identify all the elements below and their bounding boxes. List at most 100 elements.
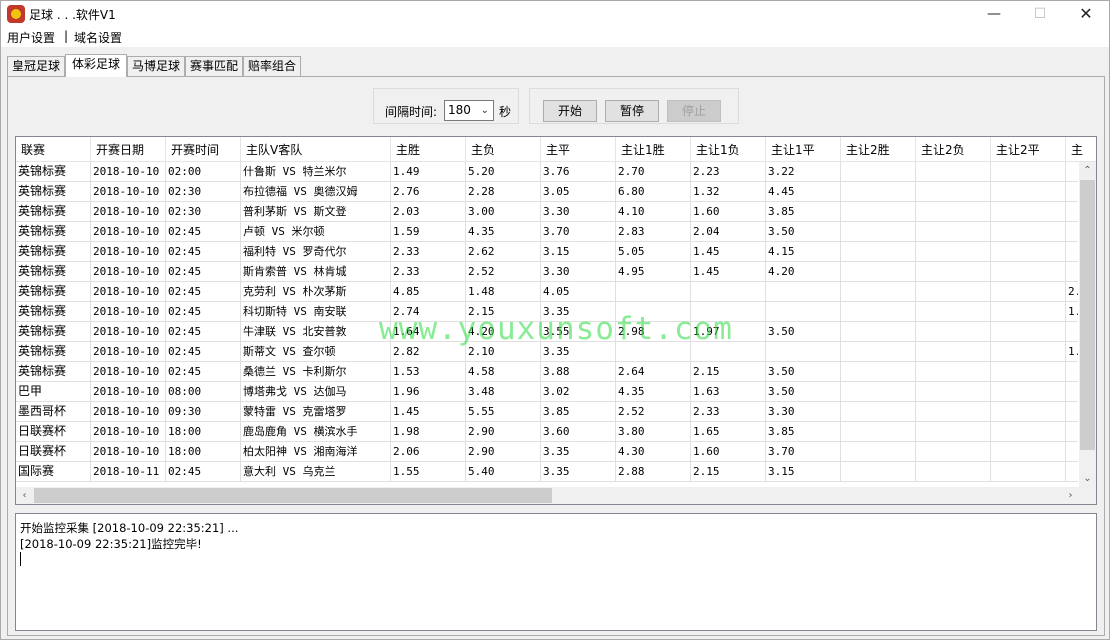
table-cell: 3.50 bbox=[766, 322, 841, 342]
table-cell: 2.33 bbox=[391, 242, 466, 262]
table-cell: 4.35 bbox=[616, 382, 691, 402]
start-button[interactable]: 开始 bbox=[543, 100, 597, 122]
table-cell: 英锦标赛 bbox=[16, 342, 91, 362]
table-cell: 2.98 bbox=[616, 322, 691, 342]
column-header-home-win[interactable]: 主胜 bbox=[391, 137, 466, 162]
column-header-h1-loss[interactable]: 主让1负 bbox=[691, 137, 766, 162]
table-cell: 2018-10-10 bbox=[91, 222, 166, 242]
column-header-extra[interactable]: 主 bbox=[1066, 137, 1096, 162]
table-cell bbox=[916, 422, 991, 442]
table-row[interactable]: 英锦标赛 2018-10-10 02:00 什鲁斯 VS 特兰米尔 1.49 5.20 3.… bbox=[16, 162, 1078, 182]
table-cell: 2.23 bbox=[691, 162, 766, 182]
pause-button[interactable]: 暂停 bbox=[605, 100, 659, 122]
table-cell: 蒙特雷 VS 克雷塔罗 bbox=[241, 402, 391, 422]
table-row[interactable]: 英锦标赛 2018-10-10 02:45 克劳利 VS 朴次茅斯 4.85 1.48 4.… bbox=[16, 282, 1078, 302]
table-cell: 福利特 VS 罗奇代尔 bbox=[241, 242, 391, 262]
table-cell: 2.04 bbox=[691, 222, 766, 242]
table-row[interactable]: 日联赛杯 2018-10-10 18:00 柏太阳神 VS 湘南海洋 2.06 2.90 3… bbox=[16, 442, 1078, 462]
table-row[interactable]: 英锦标赛 2018-10-10 02:45 卢顿 VS 米尔顿 1.59 4.35 3.70… bbox=[16, 222, 1078, 242]
table-cell bbox=[991, 442, 1066, 462]
table-cell: 1.53 bbox=[391, 362, 466, 382]
table-cell: 5.40 bbox=[466, 462, 541, 482]
interval-label: 间隔时间: bbox=[385, 105, 438, 119]
table-cell: 5.05 bbox=[616, 242, 691, 262]
table-row[interactable]: 英锦标赛 2018-10-10 02:45 斯肯索普 VS 林肯城 2.33 2.52 3.… bbox=[16, 262, 1078, 282]
column-header-h1-draw[interactable]: 主让1平 bbox=[766, 137, 841, 162]
vertical-scrollbar[interactable]: ⌃ ⌄ bbox=[1079, 162, 1096, 487]
table-cell: 2.15 bbox=[691, 462, 766, 482]
interval-select[interactable]: 180 ⌄ bbox=[444, 100, 494, 121]
table-row[interactable]: 英锦标赛 2018-10-10 02:30 普利茅斯 VS 斯文登 2.03 3.00 3.… bbox=[16, 202, 1078, 222]
scroll-right-icon[interactable]: › bbox=[1062, 487, 1079, 504]
table-row[interactable]: 英锦标赛 2018-10-10 02:45 斯蒂文 VS 查尔顿 2.82 2.10 3.3… bbox=[16, 342, 1078, 362]
table-cell bbox=[841, 162, 916, 182]
column-header-h2-win[interactable]: 主让2胜 bbox=[841, 137, 916, 162]
tab-mabo[interactable]: 马博足球 bbox=[127, 56, 185, 76]
column-header-draw[interactable]: 主平 bbox=[541, 137, 616, 162]
table-row[interactable]: 英锦标赛 2018-10-10 02:30 布拉德福 VS 奥德汉姆 2.76 2.28 3… bbox=[16, 182, 1078, 202]
column-header-teams[interactable]: 主队V客队 bbox=[241, 137, 391, 162]
menu-user-settings[interactable]: 用户设置 bbox=[7, 29, 55, 46]
table-cell: 02:45 bbox=[166, 262, 241, 282]
table-row[interactable]: 墨西哥杯 2018-10-10 09:30 蒙特雷 VS 克雷塔罗 1.45 5.55 3.… bbox=[16, 402, 1078, 422]
tab-odds-combo[interactable]: 赔率组合 bbox=[243, 56, 301, 76]
log-panel[interactable]: 开始监控采集 [2018-10-09 22:35:21] ... [2018-1… bbox=[15, 513, 1097, 631]
table-row[interactable]: 英锦标赛 2018-10-10 02:45 桑德兰 VS 卡利斯尔 1.53 4.58 3.… bbox=[16, 362, 1078, 382]
table-cell: 博塔弗戈 VS 达伽马 bbox=[241, 382, 391, 402]
scroll-left-icon[interactable]: ‹ bbox=[16, 487, 33, 504]
horizontal-scrollbar[interactable]: ‹ › bbox=[16, 487, 1079, 504]
tab-huangguan[interactable]: 皇冠足球 bbox=[7, 56, 65, 76]
column-header-h1-win[interactable]: 主让1胜 bbox=[616, 137, 691, 162]
table-cell bbox=[1066, 202, 1078, 222]
table-cell: 02:30 bbox=[166, 202, 241, 222]
table-cell bbox=[991, 362, 1066, 382]
table-cell bbox=[916, 162, 991, 182]
table-row[interactable]: 英锦标赛 2018-10-10 02:45 福利特 VS 罗奇代尔 2.33 2.62 3.… bbox=[16, 242, 1078, 262]
table-cell: 英锦标赛 bbox=[16, 322, 91, 342]
table-cell bbox=[991, 342, 1066, 362]
table-cell bbox=[1066, 182, 1078, 202]
table-cell: 1. bbox=[1066, 342, 1078, 362]
table-cell: 6.80 bbox=[616, 182, 691, 202]
table-cell bbox=[991, 382, 1066, 402]
text-caret bbox=[20, 552, 1092, 570]
vertical-scroll-thumb[interactable] bbox=[1080, 180, 1095, 450]
table-cell: 2.64 bbox=[616, 362, 691, 382]
table-cell: 2018-10-10 bbox=[91, 382, 166, 402]
close-button[interactable]: ✕ bbox=[1063, 1, 1109, 27]
scroll-down-icon[interactable]: ⌄ bbox=[1079, 470, 1096, 487]
odds-grid[interactable]: 联赛 开赛日期 开赛时间 主队V客队 主胜 主负 主平 主让1胜 主让1负 主让1平 主让2胜 主让2… bbox=[15, 136, 1097, 505]
table-cell bbox=[916, 242, 991, 262]
horizontal-scroll-thumb[interactable] bbox=[34, 488, 552, 503]
table-cell bbox=[841, 322, 916, 342]
table-row[interactable]: 巴甲 2018-10-10 08:00 博塔弗戈 VS 达伽马 1.96 3.48 3.02… bbox=[16, 382, 1078, 402]
table-cell bbox=[916, 262, 991, 282]
scroll-up-icon[interactable]: ⌃ bbox=[1079, 162, 1096, 179]
minimize-button[interactable]: — bbox=[971, 1, 1017, 27]
table-row[interactable]: 英锦标赛 2018-10-10 02:45 牛津联 VS 北安普敦 1.64 4.20 3.… bbox=[16, 322, 1078, 342]
menu-domain-settings[interactable]: 域名设置 bbox=[74, 29, 122, 46]
table-cell: 2.62 bbox=[466, 242, 541, 262]
column-header-h2-draw[interactable]: 主让2平 bbox=[991, 137, 1066, 162]
table-cell: 2.06 bbox=[391, 442, 466, 462]
tab-match[interactable]: 赛事匹配 bbox=[185, 56, 243, 76]
table-cell: 3.50 bbox=[766, 382, 841, 402]
table-row[interactable]: 国际赛 2018-10-11 02:45 意大利 VS 乌克兰 1.55 5.40 3.35… bbox=[16, 462, 1078, 482]
column-header-date[interactable]: 开赛日期 bbox=[91, 137, 166, 162]
column-header-home-loss[interactable]: 主负 bbox=[466, 137, 541, 162]
column-header-time[interactable]: 开赛时间 bbox=[166, 137, 241, 162]
column-header-h2-loss[interactable]: 主让2负 bbox=[916, 137, 991, 162]
table-cell: 2018-10-10 bbox=[91, 302, 166, 322]
table-cell bbox=[841, 342, 916, 362]
maximize-button[interactable]: ☐ bbox=[1017, 1, 1063, 27]
column-header-league[interactable]: 联赛 bbox=[16, 137, 91, 162]
table-cell: 3.50 bbox=[766, 222, 841, 242]
table-cell: 1.98 bbox=[391, 422, 466, 442]
table-row[interactable]: 英锦标赛 2018-10-10 02:45 科切斯特 VS 南安联 2.74 2.15 3.… bbox=[16, 302, 1078, 322]
table-cell: 英锦标赛 bbox=[16, 282, 91, 302]
table-cell: 布拉德福 VS 奥德汉姆 bbox=[241, 182, 391, 202]
tab-ticai[interactable]: 体彩足球 bbox=[65, 54, 127, 77]
table-row[interactable]: 日联赛杯 2018-10-10 18:00 鹿岛鹿角 VS 横滨水手 1.98 2.90 3… bbox=[16, 422, 1078, 442]
stop-button[interactable]: 停止 bbox=[667, 100, 721, 122]
table-cell: 国际赛 bbox=[16, 462, 91, 482]
